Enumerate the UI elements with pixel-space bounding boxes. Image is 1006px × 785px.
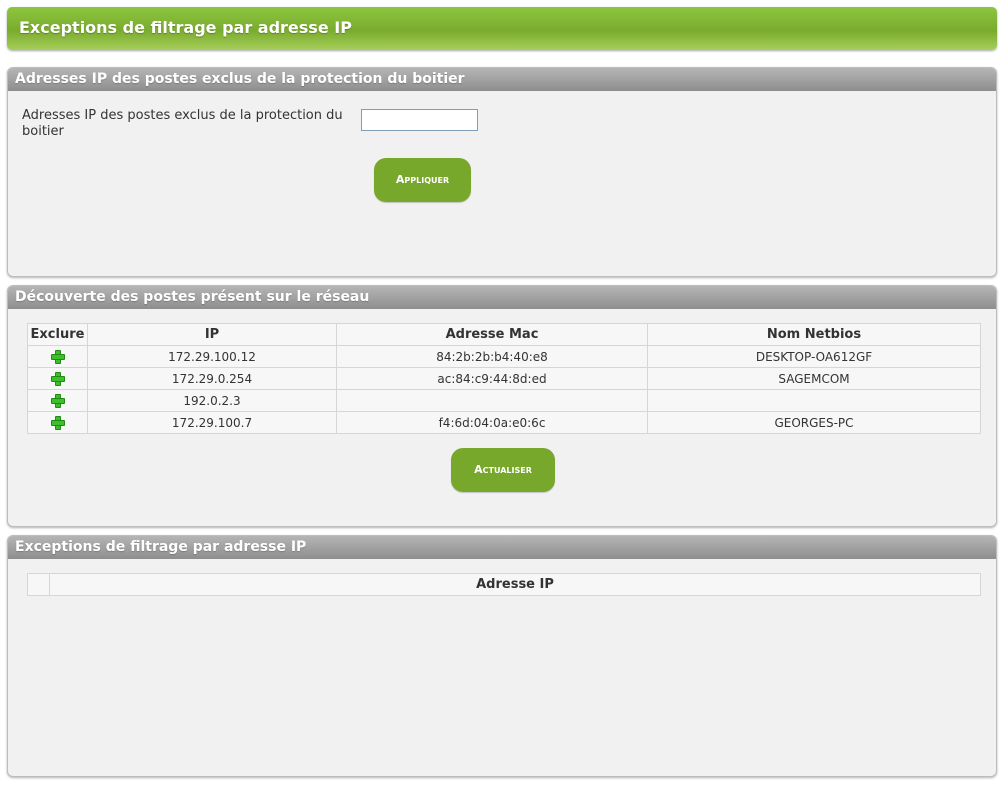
page-title: Exceptions de filtrage par adresse IP [7,7,997,50]
table-row: 192.0.2.3 [27,389,981,412]
exclude-cell [27,345,88,368]
table-row: 172.29.100.12 84:2b:2b:b4:40:e8 DESKTOP-… [27,345,981,368]
exclude-cell [27,389,88,412]
refresh-button[interactable]: Actualiser [451,448,555,492]
plus-icon[interactable] [50,415,65,430]
exclude-cell [27,367,88,390]
apply-button[interactable]: Appliquer [374,158,471,202]
ip-cell: 172.29.100.7 [87,411,337,434]
exceptions-table: Adresse IP [27,573,981,596]
exclude-cell [27,411,88,434]
table-row: 172.29.100.7 f4:6d:04:0a:e0:6c GEORGES-P… [27,411,981,434]
excluded-ips-panel: Adresses IP des postes exclus de la prot… [7,67,997,277]
netbios-cell [647,389,981,412]
discovery-table: Exclure IP Adresse Mac Nom Netbios 172.2… [27,323,981,434]
network-discovery-panel: Découverte des postes présent sur le rés… [7,285,997,527]
excluded-ips-input[interactable] [361,109,478,131]
ip-cell: 172.29.100.12 [87,345,337,368]
ip-exceptions-panel: Exceptions de filtrage par adresse IP Ad… [7,535,997,777]
ip-cell: 172.29.0.254 [87,367,337,390]
excluded-ips-label: Adresses IP des postes exclus de la prot… [22,108,343,139]
column-header-ip-address: Adresse IP [49,573,981,596]
netbios-cell: SAGEMCOM [647,367,981,390]
mac-cell: ac:84:c9:44:8d:ed [336,367,648,390]
ip-exceptions-panel-title: Exceptions de filtrage par adresse IP [8,536,996,559]
plus-icon[interactable] [50,349,65,364]
excluded-ips-panel-title: Adresses IP des postes exclus de la prot… [8,68,996,91]
plus-icon[interactable] [50,393,65,408]
netbios-cell: GEORGES-PC [647,411,981,434]
mac-cell [336,389,648,412]
mac-cell: 84:2b:2b:b4:40:e8 [336,345,648,368]
plus-icon[interactable] [50,371,65,386]
table-row: 172.29.0.254 ac:84:c9:44:8d:ed SAGEMCOM [27,367,981,390]
network-discovery-panel-title: Découverte des postes présent sur le rés… [8,286,996,309]
column-header-exclude: Exclure [27,323,88,346]
column-header-ip: IP [87,323,337,346]
table-header-row: Exclure IP Adresse Mac Nom Netbios [27,323,981,346]
netbios-cell: DESKTOP-OA612GF [647,345,981,368]
column-header-mac: Adresse Mac [336,323,648,346]
mac-cell: f4:6d:04:0a:e0:6c [336,411,648,434]
column-header-netbios: Nom Netbios [647,323,981,346]
column-header-blank [27,573,50,596]
ip-cell: 192.0.2.3 [87,389,337,412]
table-header-row: Adresse IP [27,573,981,596]
